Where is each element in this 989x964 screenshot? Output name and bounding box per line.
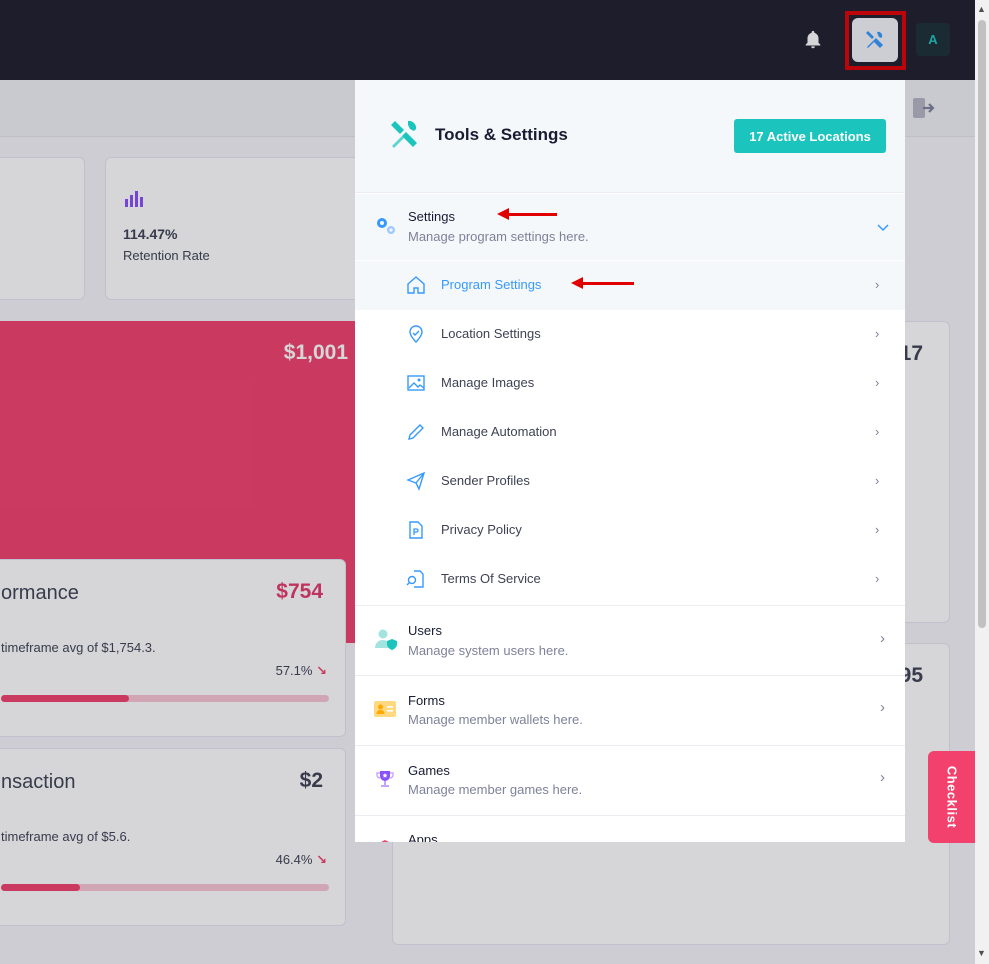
section-title: Users [408,623,442,638]
pencil-icon [408,424,424,440]
gears-icon [377,218,395,234]
section-description: Manage system users here. [408,643,569,658]
active-locations-badge[interactable]: 17 Active Locations [734,119,886,153]
annotation-arrow [497,208,557,220]
section-title: Forms [408,693,445,708]
chevron-right-icon: › [875,326,880,341]
section-title: Games [408,763,450,778]
menu-item-label: Location Settings [441,326,541,341]
menu-item-program-settings[interactable]: Program Settings › [355,261,905,310]
chevron-right-icon: › [875,571,880,586]
user-shield-icon [375,629,397,650]
chevron-right-icon: › [880,630,885,647]
menu-item-label: Sender Profiles [441,473,530,488]
document-p-icon [409,521,423,539]
menu-item-label: Manage Automation [441,424,557,439]
menu-item-location-settings[interactable]: Location Settings › [355,310,905,359]
home-icon [407,276,425,294]
menu-item-label: Manage Images [441,375,535,390]
image-icon [407,375,425,391]
games-section[interactable]: Games Manage member games here. › [355,746,905,815]
menu-item-label: Privacy Policy [441,522,522,537]
section-description: Manage member wallets here. [408,712,583,727]
document-search-icon [406,570,424,588]
scroll-up-arrow[interactable]: ▲ [977,4,986,14]
menu-item-label: Program Settings [441,277,542,292]
checklist-tab[interactable]: Checklist [928,751,975,843]
apps-section[interactable]: Apps [355,816,905,842]
chevron-right-icon: › [880,699,885,716]
panel-title: Tools & Settings [435,125,568,144]
menu-item-terms-of-service[interactable]: Terms Of Service › [355,555,905,604]
menu-item-label: Terms Of Service [441,571,541,586]
tools-settings-panel: Tools & Settings 17 Active Locations Set… [355,80,905,842]
panel-header: Tools & Settings 17 Active Locations [355,80,905,193]
apps-icon [381,840,389,842]
location-pin-icon [409,325,423,343]
scrollbar-thumb[interactable] [978,20,986,628]
id-card-icon [374,701,396,717]
chevron-right-icon: › [875,522,880,537]
chevron-right-icon: › [875,375,880,390]
menu-item-manage-automation[interactable]: Manage Automation › [355,408,905,457]
trophy-icon [376,771,394,787]
menu-item-manage-images[interactable]: Manage Images › [355,359,905,408]
section-description: Manage member games here. [408,782,583,797]
chevron-right-icon: › [880,769,885,786]
chevron-down-icon [877,224,889,232]
paper-plane-icon [406,471,426,491]
forms-section[interactable]: Forms Manage member wallets here. › [355,676,905,745]
menu-item-sender-profiles[interactable]: Sender Profiles › [355,457,905,506]
section-description: Manage program settings here. [408,229,589,244]
chevron-right-icon: › [875,473,880,488]
menu-item-privacy-policy[interactable]: Privacy Policy › [355,506,905,555]
annotation-arrow [571,277,634,289]
users-section[interactable]: Users Manage system users here. › [355,606,905,675]
chevron-right-icon: › [875,277,880,292]
scroll-down-arrow[interactable]: ▼ [977,948,986,958]
section-title: Apps [408,832,438,842]
chevron-right-icon: › [875,424,880,439]
settings-section-header[interactable]: Settings Manage program settings here. [355,194,905,260]
tools-settings-icon [391,120,417,148]
section-title: Settings [408,209,455,224]
